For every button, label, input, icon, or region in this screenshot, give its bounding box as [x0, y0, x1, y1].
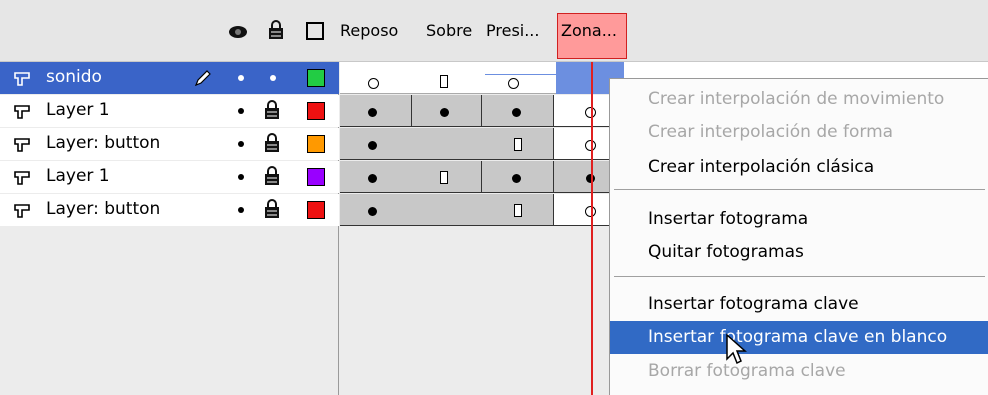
frame-span[interactable] [554, 161, 614, 193]
lock-icon[interactable] [264, 199, 280, 219]
empty-keyframe[interactable] [368, 78, 379, 89]
layer-icon [14, 137, 30, 152]
layer-icon [14, 104, 30, 119]
layer-row-layer-1[interactable]: Layer 1 [0, 95, 339, 127]
layer-row-layer-1[interactable]: Layer 1 [0, 161, 339, 193]
menu-item-insertar-fotograma-clave-en-blanco[interactable]: Insertar fotograma clave en blanco [610, 321, 988, 354]
menu-item-insertar-fotograma-clave[interactable]: Insertar fotograma clave [610, 288, 988, 321]
layer-row-layer-button[interactable]: Layer: button [0, 194, 339, 226]
empty-keyframe[interactable] [508, 78, 519, 89]
keyframe[interactable] [368, 174, 377, 183]
context-menu: Crear interpolación de movimiento Crear … [609, 78, 988, 395]
visibility-dot[interactable] [238, 174, 244, 180]
layer-name: Layer: button [46, 199, 161, 219]
menu-item-crear-interpolacion-clasica[interactable]: Crear interpolación clásica [610, 151, 988, 184]
layer-color-swatch[interactable] [307, 135, 325, 153]
eye-icon[interactable] [228, 24, 248, 38]
timeline-header: Reposo Sobre Presi... Zona... [0, 0, 988, 62]
frame-span[interactable] [340, 161, 482, 193]
frame-end-marker[interactable] [440, 75, 448, 88]
keyframe[interactable] [512, 108, 521, 117]
frame-end-marker[interactable] [440, 171, 448, 184]
layer-name: Layer 1 [46, 166, 110, 186]
layer-color-swatch[interactable] [307, 201, 325, 219]
playhead-line[interactable] [591, 62, 593, 395]
layer-row-layer-button[interactable]: Layer: button [0, 128, 339, 160]
keyframe[interactable] [368, 207, 377, 216]
cursor-icon [725, 333, 749, 365]
menu-separator [614, 276, 985, 277]
frame-span[interactable] [554, 128, 614, 160]
layer-name: Layer: button [46, 133, 161, 153]
frame-label-sobre: Sobre [426, 21, 473, 40]
lock-icon[interactable] [264, 166, 280, 186]
lock-icon[interactable] [268, 20, 284, 40]
frame-label-presi: Presi... [486, 21, 540, 40]
pencil-icon [193, 68, 213, 88]
outline-icon[interactable] [306, 22, 324, 40]
frame-end-marker[interactable] [514, 138, 522, 151]
frame-span[interactable] [554, 194, 614, 226]
layer-row-sonido[interactable]: sonido [0, 62, 339, 94]
frame-label-zona: Zona... [561, 21, 617, 40]
visibility-dot[interactable] [238, 75, 244, 81]
layer-panel: sonido Layer 1 Layer: button Layer 1 Lay… [0, 62, 339, 395]
keyframe[interactable] [440, 108, 449, 117]
menu-item-crear-interpolacion-movimiento[interactable]: Crear interpolación de movimiento [610, 83, 988, 116]
layer-icon [14, 170, 30, 185]
visibility-dot[interactable] [238, 108, 244, 114]
frame-label-reposo: Reposo [340, 21, 399, 40]
layer-icon [14, 203, 30, 218]
visibility-dot[interactable] [238, 207, 244, 213]
keyframe[interactable] [368, 108, 377, 117]
keyframe[interactable] [512, 174, 521, 183]
layer-icon [14, 71, 30, 86]
layer-name: sonido [46, 67, 102, 87]
menu-item-crear-interpolacion-forma[interactable]: Crear interpolación de forma [610, 116, 988, 149]
menu-item-borrar-fotograma-clave[interactable]: Borrar fotograma clave [610, 355, 988, 388]
lock-dot[interactable] [270, 75, 276, 81]
menu-item-quitar-fotogramas[interactable]: Quitar fotogramas [610, 236, 988, 269]
lock-icon[interactable] [264, 133, 280, 153]
menu-item-insertar-fotograma[interactable]: Insertar fotograma [610, 203, 988, 236]
layer-name: Layer 1 [46, 100, 110, 120]
layer-color-swatch[interactable] [307, 168, 325, 186]
layer-color-swatch[interactable] [307, 69, 325, 87]
frame-span[interactable] [554, 95, 614, 127]
menu-separator [614, 189, 985, 190]
keyframe[interactable] [368, 141, 377, 150]
layer-color-swatch[interactable] [307, 102, 325, 120]
frame-end-marker[interactable] [514, 204, 522, 217]
visibility-dot[interactable] [238, 141, 244, 147]
lock-icon[interactable] [264, 100, 280, 120]
